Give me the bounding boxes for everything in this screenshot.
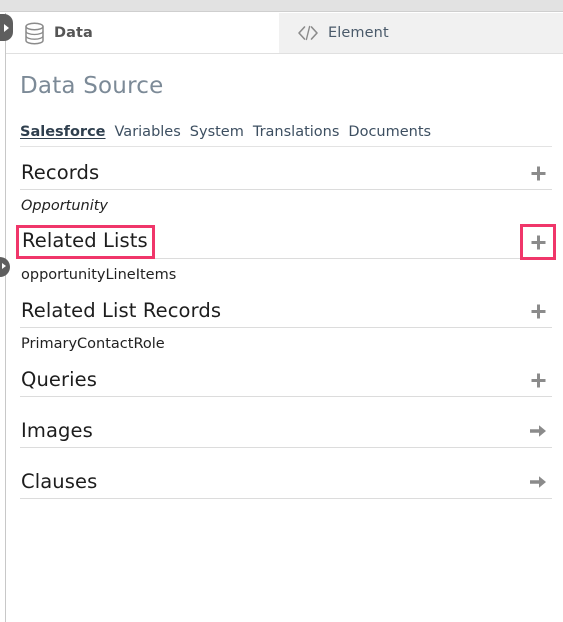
section-related-lists-title: Related Lists (16, 225, 155, 259)
section-images-title: Images (21, 419, 93, 443)
section-clauses-title: Clauses (21, 470, 98, 494)
section-related-list-records-header[interactable]: Related List Records (20, 295, 552, 328)
subnav-item-salesforce[interactable]: Salesforce (20, 124, 106, 140)
section-queries-header[interactable]: Queries (20, 364, 552, 397)
data-source-subnav: Salesforce Variables System Translations… (20, 118, 552, 147)
section-clauses: Clauses (20, 466, 552, 499)
section-related-lists: Related Lists opportunityLineItems (16, 224, 556, 295)
panel-collapse-handle-top[interactable] (0, 14, 13, 41)
subnav-item-variables[interactable]: Variables (115, 124, 181, 140)
plus-icon (531, 304, 545, 318)
open-clauses-button[interactable] (525, 469, 551, 495)
tab-data[interactable]: Data (6, 13, 279, 53)
add-record-button[interactable] (525, 160, 551, 186)
tab-element[interactable]: Element (279, 13, 563, 53)
list-item[interactable]: opportunityLineItems (20, 259, 552, 295)
subnav-item-system[interactable]: System (190, 124, 244, 140)
section-related-list-records-title: Related List Records (21, 299, 222, 323)
list-item[interactable]: Opportunity (20, 190, 552, 226)
arrow-right-icon (530, 476, 546, 488)
panel-tab-bar: Data Element (6, 13, 563, 53)
section-records-title: Records (21, 161, 100, 185)
tab-element-label: Element (328, 25, 389, 41)
section-queries-title: Queries (21, 368, 97, 392)
tab-data-label: Data (54, 25, 93, 41)
subnav-item-documents[interactable]: Documents (348, 124, 431, 140)
section-records: Records Opportunity (20, 157, 552, 226)
plus-icon (531, 373, 545, 387)
section-images-header[interactable]: Images (20, 415, 552, 448)
data-source-body: Data Source Salesforce Variables System … (6, 53, 563, 622)
add-query-button[interactable] (525, 367, 551, 393)
database-icon (24, 21, 45, 45)
plus-icon (531, 166, 545, 180)
section-list: Records Opportunity Related Lists opport… (16, 157, 556, 499)
code-brackets-icon (297, 25, 319, 41)
window-top-strip (0, 0, 563, 12)
add-related-list-record-button[interactable] (525, 298, 551, 324)
list-item[interactable]: PrimaryContactRole (20, 328, 552, 364)
subnav-item-translations[interactable]: Translations (253, 124, 340, 140)
section-related-lists-header[interactable]: Related Lists (16, 224, 556, 260)
section-records-header[interactable]: Records (20, 157, 552, 190)
page-title: Data Source (20, 73, 164, 99)
data-panel: Data Element Data Source Salesforce Vari… (5, 13, 563, 622)
add-related-list-button[interactable] (520, 224, 556, 260)
open-images-button[interactable] (525, 418, 551, 444)
section-images: Images (20, 415, 552, 466)
section-queries: Queries (20, 364, 552, 415)
section-related-list-records: Related List Records PrimaryContactRole (20, 295, 552, 364)
arrow-right-icon (530, 425, 546, 437)
section-clauses-header[interactable]: Clauses (20, 466, 552, 499)
plus-icon (531, 235, 545, 249)
